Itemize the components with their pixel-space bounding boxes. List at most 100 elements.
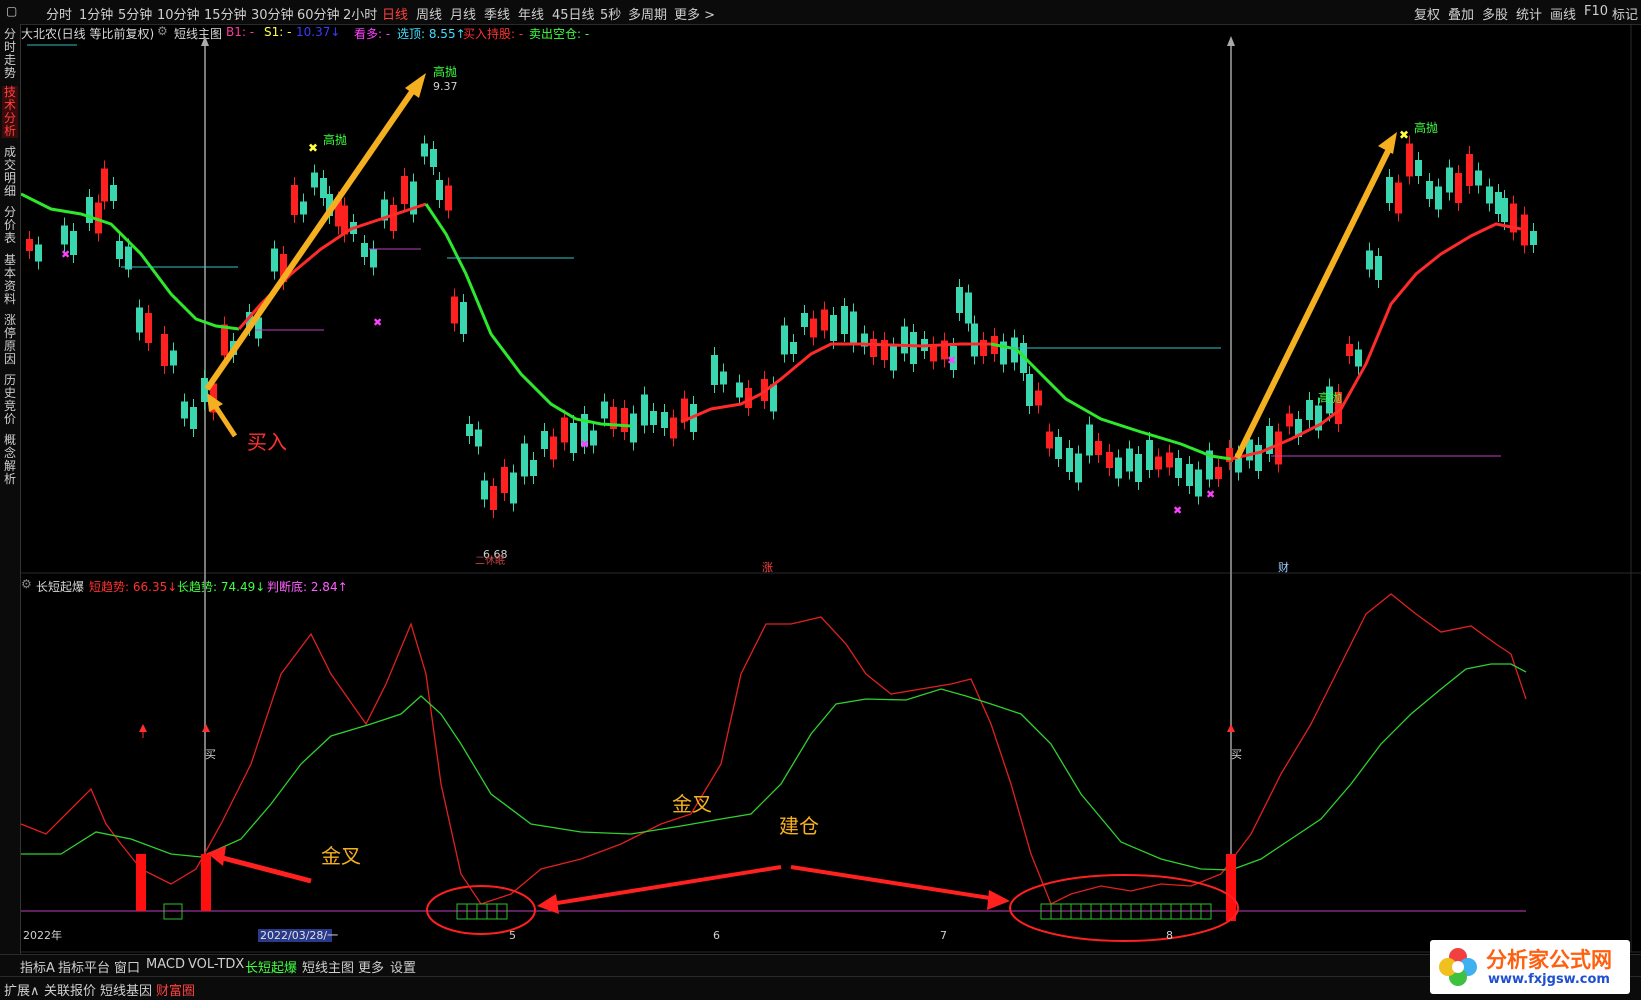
period-tab[interactable]: 60分钟 [297, 4, 340, 23]
svg-text:✖: ✖ [580, 438, 589, 451]
high-price-label: 9.37 [433, 80, 458, 93]
axis-month: 5 [509, 929, 516, 942]
build-arrow-left [550, 865, 782, 906]
period-tab[interactable]: 多周期 [628, 4, 667, 23]
multi-stock-button[interactable]: 多股 [1482, 4, 1508, 23]
annotation-buy: 买入 [247, 430, 287, 454]
marker-arrow [201, 36, 209, 46]
logo-url: www.fxjgsw.com [1488, 972, 1610, 987]
draw-button[interactable]: 画线 [1550, 4, 1576, 23]
marker-arrow [1227, 36, 1235, 46]
period-tab[interactable]: 5分钟 [118, 4, 152, 23]
wealth-circle-button[interactable]: 财富圈 [156, 980, 195, 999]
sidebar-tab-trades[interactable]: 成交明细 [2, 146, 18, 198]
axis-month: 7 [940, 929, 947, 942]
arrow-head [1378, 132, 1397, 154]
period-tab[interactable]: 2小时 [343, 4, 377, 23]
sidebar-tab-concept[interactable]: 概念解析 [2, 434, 18, 486]
tab-macd[interactable]: MACD [146, 957, 185, 972]
tab-more[interactable]: 更多 [358, 957, 384, 976]
axis-month: 8 [1166, 929, 1173, 942]
period-tab-selected[interactable]: 日线 [382, 4, 408, 23]
period-tab[interactable]: 季线 [484, 4, 510, 23]
tab-indicator-platform[interactable]: 指标平台 [58, 957, 110, 976]
low-tag: 二休眠 [475, 555, 505, 567]
tab-vol-tdx[interactable]: VOL-TDX [188, 957, 244, 972]
period-tab[interactable]: 30分钟 [251, 4, 294, 23]
svg-text:✖: ✖ [947, 354, 956, 367]
sidebar-tab-price-table[interactable]: 分价表 [2, 206, 18, 245]
high-sell-label-4: 高抛 [1318, 390, 1342, 405]
kline-chart[interactable]: ✖✖✖ ✖✖✖ ✖✖ 高抛 高抛 9.37 高抛 高抛 6.68 二休眠 涨 财… [21, 24, 1641, 954]
period-tab[interactable]: 10分钟 [157, 4, 200, 23]
bottom-status-bar: 扩展∧ 关联报价 短线基因 财富圈 [0, 976, 1641, 1000]
high-sell-label-3: 高抛 [1414, 120, 1438, 135]
ma-line [237, 202, 427, 330]
goldcross-arrow [218, 854, 312, 884]
build-ellipse-2 [1009, 874, 1239, 942]
tab-changduan-selected[interactable]: 长短起爆 [245, 957, 297, 976]
svg-text:✖: ✖ [373, 316, 382, 329]
sidebar-tab-auction[interactable]: 历史竞价 [2, 374, 18, 426]
fuquan-button[interactable]: 复权 [1414, 4, 1440, 23]
buy-tag-1: 买 [205, 748, 216, 761]
axis-month: 6 [713, 929, 720, 942]
build-arrow-right [790, 865, 997, 901]
signal-bar [201, 854, 211, 911]
annotation-build: 建仓 [779, 814, 819, 838]
sidebar-tab-profile[interactable]: 基本资料 [2, 254, 18, 306]
tab-window[interactable]: 窗口 [114, 957, 140, 976]
short-gene-button[interactable]: 短线基因 [100, 980, 152, 999]
window-icon[interactable]: ▢ [6, 4, 17, 18]
sidebar-tab-technical[interactable]: 技术分析 [2, 86, 18, 138]
expand-button[interactable]: 扩展∧ [4, 980, 40, 999]
mark-button[interactable]: 标记 [1612, 4, 1638, 23]
related-quote-button[interactable]: 关联报价 [44, 980, 96, 999]
buy-tag-2: 买 [1231, 748, 1242, 761]
signal-bar [1226, 854, 1236, 921]
period-tab[interactable]: 1分钟 [79, 4, 113, 23]
more-menu[interactable]: 更多 > [674, 4, 715, 23]
tab-indicator-a[interactable]: 指标A [20, 957, 55, 976]
indicator-tabbar: 指标A 指标平台 窗口 MACD VOL-TDX 长短起爆 短线主图 更多 设置 [0, 954, 1641, 976]
high-sell-label-1: 高抛 [323, 132, 347, 147]
yellow-trend-arrow-1 [204, 84, 419, 391]
period-tab[interactable]: 周线 [416, 4, 442, 23]
tab-short-main[interactable]: 短线主图 [302, 957, 354, 976]
svg-text:✖: ✖ [1173, 504, 1182, 517]
sidebar-tab-limit-reason[interactable]: 涨停原因 [2, 314, 18, 366]
build-ellipse-1 [426, 885, 536, 935]
stats-button[interactable]: 统计 [1516, 4, 1542, 23]
svg-text:✖: ✖ [1399, 128, 1409, 142]
chart-area[interactable]: 大北农(日线 等比前复权) ⚙ 短线主图 B1: - S1: - 10.37↓ … [21, 24, 1641, 974]
left-sidebar: 分时走势 技术分析 成交明细 分价表 基本资料 涨停原因 历史竞价 概念解析 [0, 24, 21, 974]
svg-text:✖: ✖ [308, 141, 318, 155]
period-tab[interactable]: 15分钟 [204, 4, 247, 23]
period-tab[interactable]: 45日线 [552, 4, 595, 23]
overlay-button[interactable]: 叠加 [1448, 4, 1474, 23]
annotation-goldcross-1: 金叉 [321, 844, 361, 868]
period-tab[interactable]: 年线 [518, 4, 544, 23]
flower-logo-icon [1439, 948, 1477, 986]
x-markers: ✖ ✖ ✖ ✖ ✖ ✖ [61, 248, 1215, 517]
period-toolbar: ▢ 分时 1分钟 5分钟 10分钟 15分钟 30分钟 60分钟 2小时 日线 … [0, 0, 1641, 25]
sidebar-tab-intraday[interactable]: 分时走势 [2, 28, 18, 80]
period-tab[interactable]: 5秒 [600, 4, 621, 23]
annotation-goldcross-2: 金叉 [672, 792, 712, 816]
yellow-x-markers: ✖✖ [308, 128, 1409, 155]
site-logo: 分析家公式网 www.fxjgsw.com [1430, 940, 1630, 994]
signal-bar [136, 854, 146, 911]
short-trend-line [21, 593, 1527, 905]
period-tab[interactable]: 月线 [450, 4, 476, 23]
axis-date: 2022/03/28/一 [260, 929, 338, 942]
finance-tag: 财 [1278, 560, 1289, 574]
limit-up-tag: 涨 [762, 561, 773, 574]
f10-button[interactable]: F10 [1584, 4, 1608, 19]
logo-title: 分析家公式网 [1486, 948, 1612, 972]
tab-settings[interactable]: 设置 [390, 957, 416, 976]
svg-text:✖: ✖ [61, 248, 70, 261]
high-sell-label-2: 高抛 [433, 64, 457, 79]
long-trend-line [21, 663, 1527, 871]
period-tab[interactable]: 分时 [46, 4, 72, 23]
svg-text:✖: ✖ [1206, 488, 1215, 501]
